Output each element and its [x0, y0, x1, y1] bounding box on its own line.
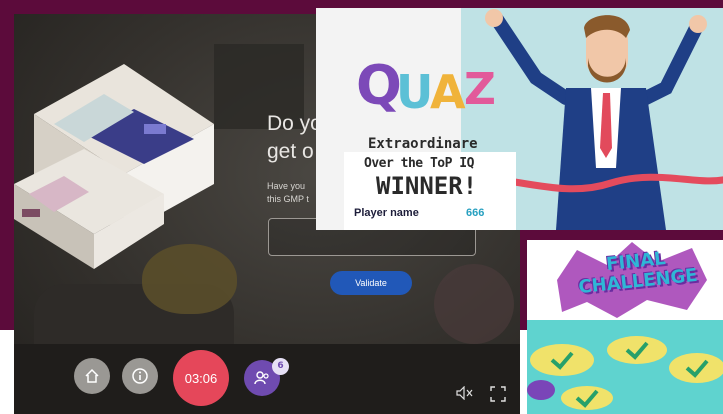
team-icon — [254, 371, 269, 385]
final-challenge-panel: FINAL CHALLENGE — [527, 240, 723, 414]
svg-text:Z: Z — [464, 64, 496, 115]
info-icon — [132, 368, 148, 384]
winner-title: WINNER! — [376, 172, 478, 200]
question-line-1: Do yo — [267, 112, 322, 135]
fullscreen-icon[interactable] — [490, 386, 506, 402]
question-text: Do yo get o — [267, 110, 322, 166]
question-line-2: get o — [267, 140, 314, 163]
quaz-logo: Q U A Z — [356, 54, 496, 119]
winner-line-2: Over the ToP IQ — [364, 156, 474, 171]
team-count-badge: 6 — [272, 358, 289, 375]
validate-button[interactable]: Validate — [330, 271, 412, 295]
mute-icon[interactable] — [456, 386, 474, 400]
countdown-timer: 03:06 — [173, 350, 229, 406]
question-subtext: Have you this GMP t — [267, 180, 309, 206]
subtext-line-1: Have you — [267, 181, 306, 191]
svg-text:A: A — [430, 65, 466, 119]
home-icon — [85, 368, 99, 383]
info-button[interactable] — [122, 358, 158, 394]
home-button[interactable] — [74, 358, 110, 394]
player-name-label: Player name — [354, 207, 419, 219]
collage: Do yo get o Have you this GMP t Validate… — [0, 0, 723, 414]
white-corner — [0, 330, 14, 414]
player-score: 666 — [466, 207, 485, 219]
svg-text:U: U — [396, 65, 433, 119]
isometric-house-model — [14, 64, 214, 269]
winner-line-1: Extraordinare — [368, 136, 478, 152]
challenge-platforms — [527, 336, 723, 410]
beanbag — [434, 264, 514, 344]
quiz-winner-panel: Q U A Z Extraordinare Over the ToP IQ WI… — [316, 8, 723, 230]
subtext-line-2: this GMP t — [267, 194, 309, 204]
